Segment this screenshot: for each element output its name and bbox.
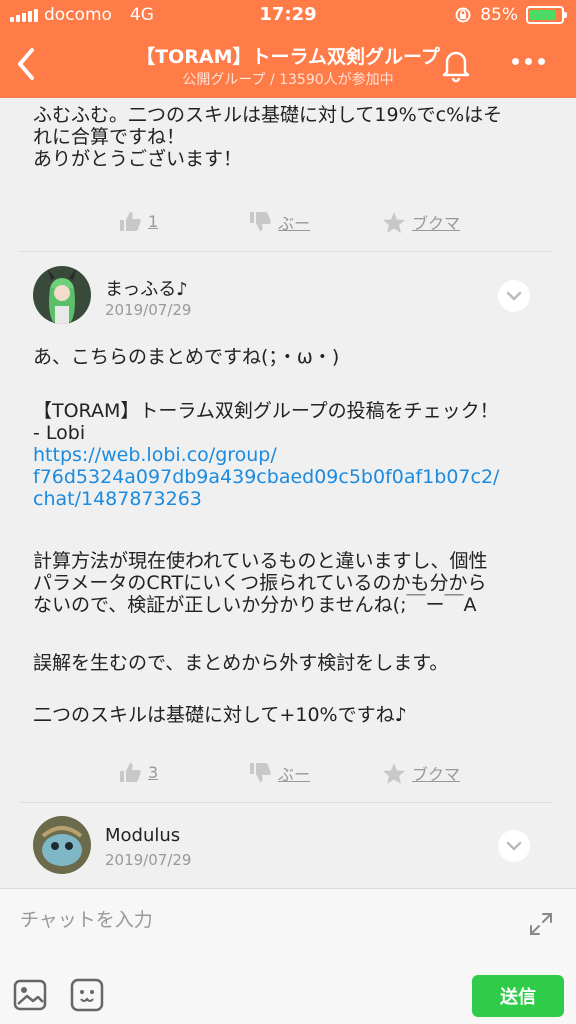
more-icon[interactable] xyxy=(512,58,545,65)
chevron-down-icon[interactable] xyxy=(498,280,530,312)
thumbs-down-icon xyxy=(250,212,271,231)
message-body-link-block: 【TORAM】トーラム双剣グループの投稿をチェック！ - Lobi https:… xyxy=(33,400,543,510)
bookmark-button[interactable]: ブクマ xyxy=(382,210,460,234)
post-date: 2019/07/29 xyxy=(105,301,192,319)
username[interactable]: まっふる♪ xyxy=(105,275,188,301)
thumbs-up-icon xyxy=(120,763,141,782)
orientation-lock-icon xyxy=(455,7,471,23)
message-body: あ、こちらのまとめですね(；・ω・) xyxy=(33,346,340,368)
dislike-button[interactable]: ぶー xyxy=(248,761,310,785)
thumbs-up-icon xyxy=(120,212,141,231)
nav-bar: 【TORAM】トーラム双剣グループ 公開グループ / 13590人が参加中 xyxy=(0,30,576,98)
bookmark-label: ブクマ xyxy=(412,765,461,784)
group-subtitle: 公開グループ / 13590人が参加中 xyxy=(182,72,394,88)
send-button[interactable]: 送信 xyxy=(472,975,564,1017)
dislike-label: ぶー xyxy=(278,765,311,784)
like-count: 3 xyxy=(148,762,159,782)
thumbs-down-icon xyxy=(250,763,271,782)
username[interactable]: Modulus xyxy=(105,825,180,846)
star-icon xyxy=(383,211,405,233)
battery-percent: 85% xyxy=(480,5,518,25)
star-icon xyxy=(383,762,405,784)
message-actions: 1 ぶー ブクマ xyxy=(0,206,576,236)
chevron-down-icon[interactable] xyxy=(498,830,530,862)
avatar[interactable] xyxy=(33,266,91,324)
back-icon[interactable] xyxy=(12,44,42,84)
message-body: 誤解を生むので、まとめから外す検討をします。 xyxy=(33,652,449,674)
bell-icon[interactable] xyxy=(438,44,474,84)
bookmark-button[interactable]: ブクマ xyxy=(382,761,460,785)
chat-input-bar: チャットを入力 送信 xyxy=(0,888,576,1024)
avatar-image xyxy=(33,816,91,874)
message-actions: 3 ぶー ブクマ xyxy=(0,757,576,787)
like-button[interactable]: 1 xyxy=(118,210,158,232)
bookmark-label: ブクマ xyxy=(412,214,461,233)
dislike-label: ぶー xyxy=(278,214,311,233)
message-body: ふむふむ。二つのスキルは基礎に対して19%でc%はそ れに合算ですね！ ありがと… xyxy=(33,104,503,170)
group-title: 【TORAM】トーラム双剣グループ xyxy=(136,46,440,68)
avatar-image xyxy=(33,266,91,324)
app-header: docomo 4G 17:29 85% 【TORAM】トーラム双剣グループ 公開… xyxy=(0,0,576,98)
message-body: 計算方法が現在使われているものと違いますし、個性 パラメータのCRTにいくつ振ら… xyxy=(33,550,488,616)
chat-thread: ふむふむ。二つのスキルは基礎に対して19%でc%はそ れに合算ですね！ ありがと… xyxy=(0,98,576,888)
message-link[interactable]: https://web.lobi.co/group/ f76d5324a097d… xyxy=(33,444,543,510)
battery-icon xyxy=(526,6,567,24)
like-button[interactable]: 3 xyxy=(118,761,158,783)
stamp-icon[interactable] xyxy=(70,978,104,1012)
message-body: 二つのスキルは基礎に対して+10%ですね♪ xyxy=(33,704,407,726)
dislike-button[interactable]: ぶー xyxy=(248,210,310,234)
image-icon[interactable] xyxy=(13,979,47,1011)
avatar[interactable] xyxy=(33,816,91,874)
post-date: 2019/07/29 xyxy=(105,851,192,869)
message-divider xyxy=(20,802,552,803)
message-divider xyxy=(20,251,552,252)
chat-input[interactable]: チャットを入力 xyxy=(20,905,153,932)
status-bar: docomo 4G 17:29 85% xyxy=(0,0,576,30)
expand-icon[interactable] xyxy=(528,911,554,937)
like-count: 1 xyxy=(148,211,159,231)
